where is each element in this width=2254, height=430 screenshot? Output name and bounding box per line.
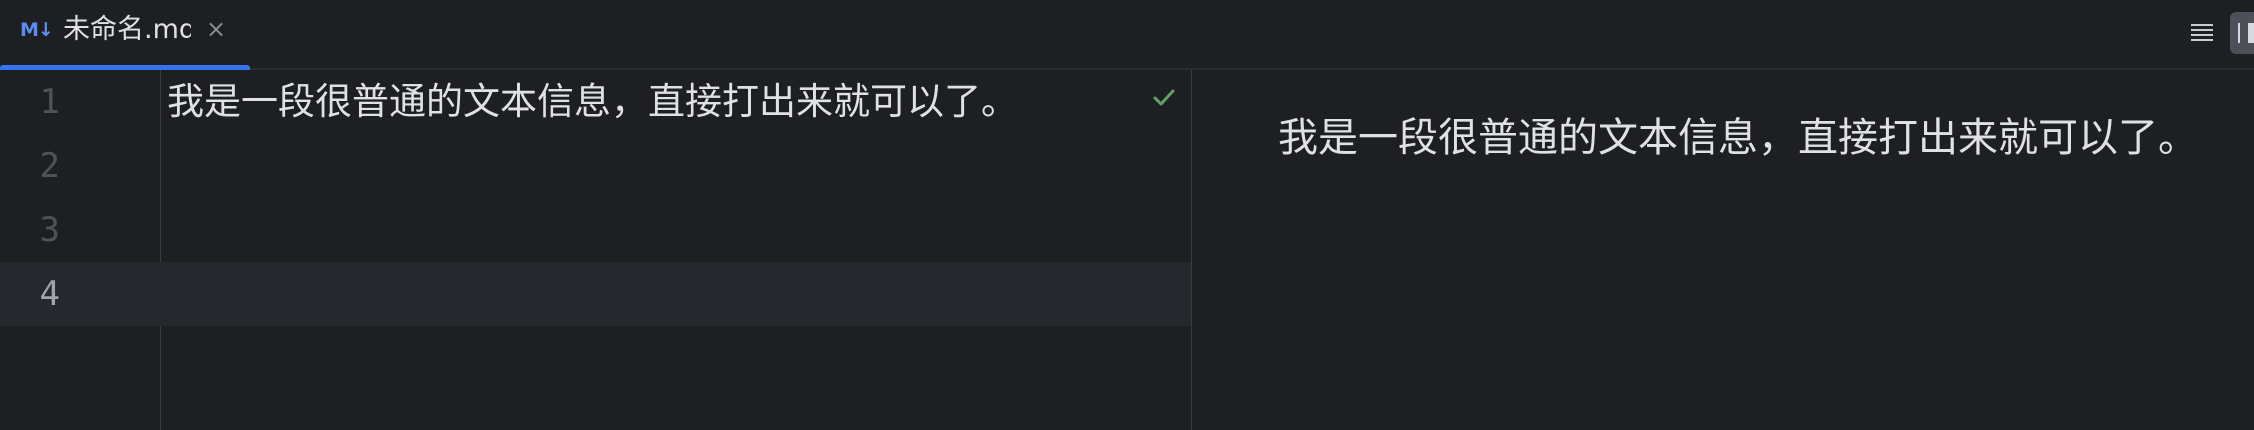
markdown-editor-window: M↓ 未命名.md × 1 我是一段很普通的文本信息，直接打出来就可以了。 2 … (0, 0, 2254, 430)
preview-paragraph: 我是一段很普通的文本信息，直接打出来就可以了。 (1278, 115, 2198, 161)
menu-icon[interactable] (2187, 18, 2217, 48)
line-number: 4 (39, 274, 60, 314)
tab-title: 未命名.md (63, 14, 191, 45)
line-number: 1 (39, 82, 60, 122)
editor-line-current[interactable]: 4 (0, 262, 1192, 326)
editor-line[interactable]: 3 (0, 198, 1192, 262)
split-view-icon[interactable] (2230, 12, 2254, 54)
preview-pane: 我是一段很普通的文本信息，直接打出来就可以了。 (1191, 70, 2254, 430)
tab-untitled-md[interactable]: M↓ 未命名.md × (0, 0, 250, 72)
close-icon[interactable]: × (206, 14, 226, 44)
editor-line[interactable]: 1 我是一段很普通的文本信息，直接打出来就可以了。 (0, 70, 1192, 134)
view-mode-toolbar (2144, 10, 2254, 54)
editor-line[interactable]: 2 (0, 134, 1192, 198)
line-number: 2 (39, 146, 60, 186)
check-icon (1153, 89, 1175, 106)
line-number: 3 (39, 210, 60, 250)
editor-pane[interactable]: 1 我是一段很普通的文本信息，直接打出来就可以了。 2 3 4 (0, 70, 1192, 430)
line-text[interactable]: 我是一段很普通的文本信息，直接打出来就可以了。 (167, 70, 1018, 134)
tab-bar: M↓ 未命名.md × (0, 0, 2254, 72)
markdown-file-icon: M↓ (20, 19, 54, 41)
